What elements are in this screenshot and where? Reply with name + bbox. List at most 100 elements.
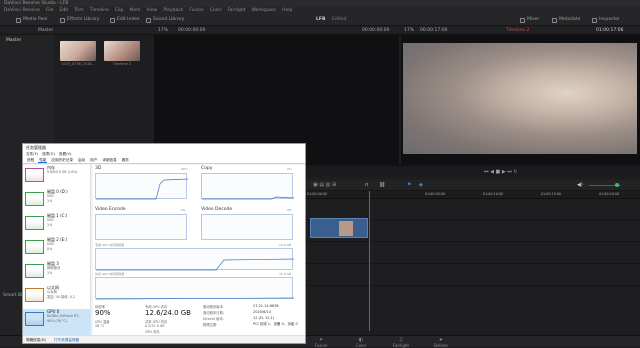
inspector-button[interactable]: Inspector	[592, 16, 620, 24]
ethernet-mini-graph	[25, 288, 44, 302]
resource-memory[interactable]: 内存 9.8/63.9 GB (14%)	[23, 165, 91, 192]
ruler-tick: 01:00:10:00	[483, 192, 504, 196]
resource-disk-1[interactable]: 磁盘 1 (C:) SSD 1%	[23, 213, 91, 240]
master-bin[interactable]: Master	[6, 38, 21, 43]
marker-icon[interactable]: ◆	[419, 182, 423, 188]
transport-controls[interactable]: ⏮ ◀ ■ ▶ ⏭ ↻	[484, 169, 518, 175]
page-fairlight[interactable]: ♫ Fairlight	[386, 337, 416, 348]
task-manager-titlebar[interactable]: 任务管理器	[23, 144, 305, 151]
graph-3d-pct: 90%	[181, 167, 188, 171]
menu-clip[interactable]: Clip	[115, 7, 124, 14]
menu-fusion[interactable]: Fusion	[189, 7, 203, 14]
resource-disk-2[interactable]: 磁盘 2 (E:) USB 0%	[23, 237, 91, 264]
menu-timeline[interactable]: Timeline	[90, 7, 109, 14]
resource-list: 内存 9.8/63.9 GB (14%) 磁盘 0 (D:) SSD 1% 磁盘 1 …	[23, 165, 91, 336]
edit-index-button[interactable]: Edit Index	[110, 16, 140, 24]
edited-status: Edited	[332, 17, 347, 22]
tab-app-history[interactable]: 应用历史记录	[50, 157, 74, 163]
media-pool-button[interactable]: Media Pool	[16, 16, 47, 24]
resource-ethernet[interactable]: 以太网 以太网 发送: 40 接收: 0.2	[23, 285, 91, 312]
tab-services[interactable]: 服务	[121, 157, 130, 163]
resource-disk-3[interactable]: 磁盘 3 网络驱动 1%	[23, 261, 91, 288]
timeline-toolbar: ▣ ▤ ▥ ⊞ ∩ ⛓ ⚑ ◆ ◀)	[305, 180, 640, 191]
menu-playback[interactable]: Playback	[163, 7, 183, 14]
page-color[interactable]: ◐ Color	[346, 337, 376, 348]
edit-tools[interactable]: ▣ ▤ ▥ ⊞	[313, 182, 336, 188]
resource-disk-0[interactable]: 磁盘 0 (D:) SSD 1%	[23, 189, 91, 216]
tab-details[interactable]: 详细信息	[101, 157, 117, 163]
menu-trim[interactable]: Trim	[74, 7, 84, 14]
task-manager-footer: 简略信息(D) 打开资源监视器	[23, 335, 305, 343]
program-zoom[interactable]: 17%	[404, 26, 414, 35]
task-manager-tabs: 进程 性能 应用历史记录 启动 用户 详细信息 服务	[23, 157, 305, 164]
metadata-icon	[552, 17, 557, 23]
sound-library-button[interactable]: Sound Library	[146, 16, 184, 24]
graph-encode-label: Video Encode	[95, 207, 126, 212]
track-divider	[305, 241, 640, 242]
driver-date-value: 2020/6/14	[253, 310, 271, 314]
timeline-name[interactable]: Timeline 2	[506, 26, 529, 35]
menu-color[interactable]: Color	[210, 7, 222, 14]
menu-davinci[interactable]: DaVinci Resolve	[4, 7, 40, 14]
page-fusion[interactable]: ✦ Fusion	[306, 337, 336, 348]
menu-mark[interactable]: Mark	[129, 7, 140, 14]
media-pool-icon	[16, 17, 21, 23]
fewer-details-link[interactable]: 简略信息(D)	[26, 336, 46, 343]
page-deliver[interactable]: ➤ Deliver	[426, 337, 456, 348]
location-value: PCI 总线 1、设备 0、功能 0	[253, 322, 298, 326]
clip-thumbnail	[339, 221, 353, 236]
source-zoom[interactable]: 17%	[158, 26, 168, 35]
resource-monitor-link[interactable]: 打开资源监视器	[54, 336, 79, 343]
disk-mini-graph	[25, 192, 44, 206]
graph-shared-memory	[95, 277, 295, 300]
shared-mem-label: 共享 GPU 内存使用量	[95, 272, 125, 276]
timeline-video-clip[interactable]	[310, 218, 368, 238]
graph-video-encode	[95, 214, 187, 240]
graph-3d	[95, 173, 189, 200]
timeline-ruler[interactable]: 01:00:00:00 01:00:05:00 01:00:10:00 01:0…	[305, 191, 640, 199]
volume-slider[interactable]	[589, 183, 621, 187]
effects-library-button[interactable]: Effects Library	[60, 16, 99, 24]
link-icon[interactable]: ⛓	[379, 182, 385, 188]
graph-decode-pct: 0%	[287, 208, 292, 212]
disk-mini-graph	[25, 240, 44, 254]
mixer-button[interactable]: Mixer	[520, 16, 539, 24]
tab-startup[interactable]: 启动	[77, 157, 86, 163]
gpu-memory-value: 12.6/24.0 GB	[145, 309, 191, 317]
media-clip-thumbnail[interactable]	[60, 41, 96, 61]
list-icon	[110, 17, 115, 23]
menu-help[interactable]: Help	[282, 7, 292, 14]
menu-edit[interactable]: Edit	[59, 7, 68, 14]
program-timecode-left: 00:00:17:06	[420, 28, 448, 33]
flag-icon[interactable]: ⚑	[407, 182, 411, 188]
mixer-icon	[520, 17, 525, 23]
track-divider	[305, 285, 640, 286]
volume-knob[interactable]	[615, 183, 619, 187]
metadata-button[interactable]: Metadata	[552, 16, 580, 24]
graph-copy-label: Copy	[201, 166, 213, 171]
volume-icon[interactable]: ◀)	[577, 182, 583, 188]
timeline-thumbnail[interactable]	[104, 41, 140, 61]
menu-fairlight[interactable]: Fairlight	[227, 7, 245, 14]
playhead[interactable]	[369, 191, 370, 331]
ruler-tick: 01:00:00:00	[307, 192, 328, 196]
resource-gpu-0[interactable]: GPU 0 NVIDIA GeForce RT... 90% (58 °C)	[23, 309, 91, 336]
directx-label: DirectX 版本:	[203, 317, 224, 321]
memory-mini-graph	[25, 168, 44, 182]
tab-performance[interactable]: 性能	[38, 157, 48, 163]
snap-icon[interactable]: ∩	[365, 182, 369, 188]
gpu-mini-graph	[25, 312, 44, 326]
timeline-clip-name: Timeline 2	[112, 62, 132, 66]
tab-users[interactable]: 用户	[89, 157, 98, 163]
menu-workspace[interactable]: Workspace	[251, 7, 276, 14]
menu-bar: DaVinci Resolve File Edit Trim Timeline …	[0, 7, 640, 14]
driver-date-label: 驱动程序日期:	[203, 311, 224, 315]
program-timecode-right: 01:00:17:06	[596, 28, 624, 33]
driver-version-value: 27.21.14.6638	[253, 304, 279, 308]
shared-mem-max: 31.9 GB	[279, 272, 292, 276]
menu-file[interactable]: File	[46, 7, 54, 14]
menu-view[interactable]: View	[147, 7, 158, 14]
disk-mini-graph	[25, 216, 44, 230]
tab-processes[interactable]: 进程	[26, 157, 35, 163]
viewer-header: Master 17% 00:00:00:00 00:00:00:00 17% 0…	[0, 26, 640, 35]
